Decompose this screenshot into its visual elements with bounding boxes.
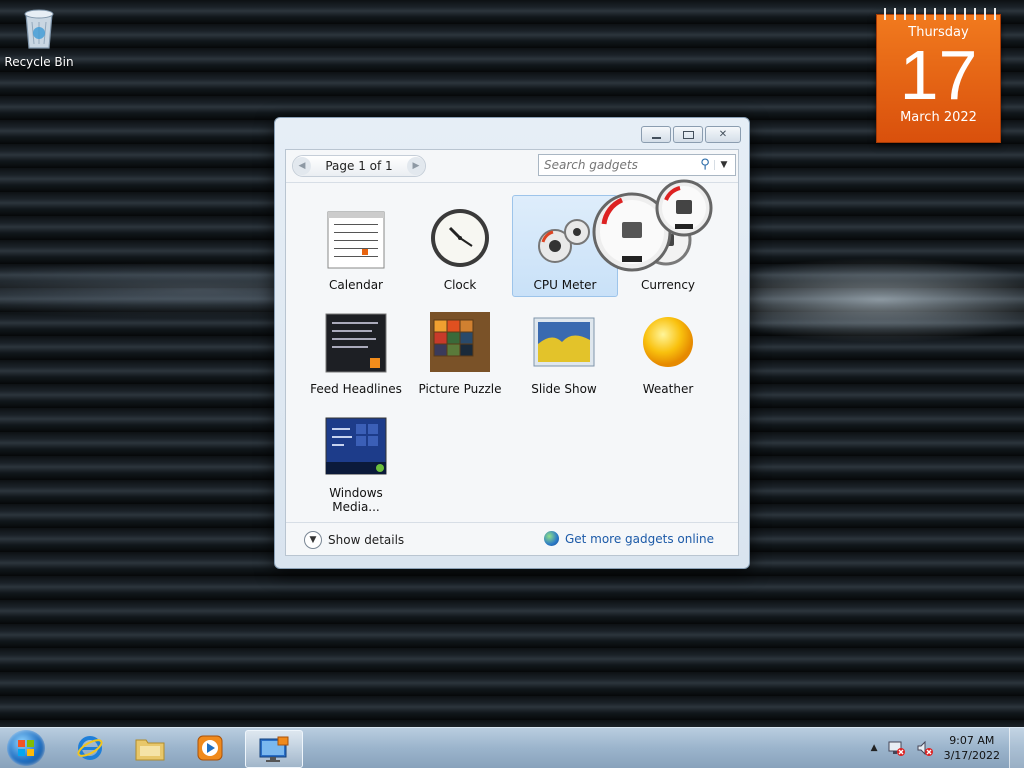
windows-media-center-icon xyxy=(325,417,387,475)
media-player-icon xyxy=(197,735,223,761)
start-button[interactable] xyxy=(7,730,45,766)
calendar-icon xyxy=(327,211,385,269)
minimize-icon xyxy=(651,136,661,139)
gadget-feed-headlines[interactable]: Feed Headlines xyxy=(304,300,408,400)
search-box: ⚲ ▼ xyxy=(538,154,736,176)
gadgets-footer: ▼ Show details Get more gadgets online xyxy=(286,522,738,556)
taskbar-internet-explorer[interactable] xyxy=(62,730,118,766)
chevron-right-icon: ▶ xyxy=(412,161,420,171)
windows-logo-icon xyxy=(18,740,34,756)
gadget-windows-media-center[interactable]: Windows Media... xyxy=(304,404,408,514)
calendar-gadget[interactable]: Thursday 17 March 2022 xyxy=(876,8,1001,143)
clock-date: 3/17/2022 xyxy=(943,749,1000,762)
weather-icon xyxy=(643,317,693,367)
gadget-label: Slide Show xyxy=(531,382,597,396)
show-hidden-icons-button[interactable]: ▲ xyxy=(871,743,878,753)
show-desktop-button[interactable] xyxy=(1009,728,1024,768)
internet-explorer-icon xyxy=(77,736,103,760)
maximize-button[interactable] xyxy=(673,126,703,143)
recycle-bin-icon xyxy=(24,9,54,49)
feed-headlines-icon xyxy=(325,313,387,373)
slide-show-icon xyxy=(533,317,595,367)
network-status-icon[interactable] xyxy=(888,739,906,757)
calendar-day: 17 xyxy=(899,36,978,114)
chevron-down-icon: ▼ xyxy=(720,160,728,170)
gadget-label: Picture Puzzle xyxy=(418,382,502,396)
gadget-slide-show[interactable]: Slide Show xyxy=(512,300,616,400)
calendar-binding-rings xyxy=(880,8,997,20)
gadget-clock[interactable]: Clock xyxy=(408,196,512,296)
gadget-label: Weather xyxy=(642,382,694,396)
minimize-button[interactable] xyxy=(641,126,671,143)
taskbar-desktop-gadgets[interactable] xyxy=(245,730,303,768)
gadget-weather[interactable]: Weather xyxy=(616,300,720,400)
gadget-label: Windows Media... xyxy=(329,486,383,514)
page-navigator: ◀ Page 1 of 1 ▶ xyxy=(292,155,426,177)
taskbar-windows-explorer[interactable] xyxy=(122,730,178,766)
gadget-label: Calendar xyxy=(329,278,383,292)
desktop-gadgets-icon xyxy=(259,736,289,762)
recycle-bin-desktop-icon[interactable]: Recycle Bin xyxy=(4,6,74,69)
calendar-month-year: March 2022 xyxy=(900,110,977,125)
chevron-left-icon: ◀ xyxy=(298,161,306,171)
next-page-button[interactable]: ▶ xyxy=(407,157,425,175)
gadget-picture-puzzle[interactable]: Picture Puzzle xyxy=(408,300,512,400)
previous-page-button[interactable]: ◀ xyxy=(293,157,311,175)
chevron-down-icon: ▼ xyxy=(304,531,322,549)
maximize-icon xyxy=(682,130,694,139)
show-details-label: Show details xyxy=(328,533,405,547)
gadget-label: Clock xyxy=(443,278,477,292)
search-input[interactable] xyxy=(539,157,696,173)
clock-icon xyxy=(431,209,489,267)
recycle-bin-label: Recycle Bin xyxy=(4,55,74,69)
search-icon[interactable]: ⚲ xyxy=(696,156,714,174)
system-tray: ▲ 9:07 AM 3/17/2022 xyxy=(871,728,1024,768)
picture-puzzle-icon xyxy=(430,312,490,372)
close-icon: ✕ xyxy=(718,129,728,140)
windows-explorer-icon xyxy=(135,739,165,761)
taskbar: ▲ 9:07 AM 3/17/2022 xyxy=(0,727,1024,768)
gadget-label: CPU Meter xyxy=(533,278,597,292)
globe-icon xyxy=(543,531,559,546)
gadget-label: Currency xyxy=(640,278,696,292)
volume-muted-icon[interactable] xyxy=(916,739,934,757)
cpu-meter-drag-preview xyxy=(592,179,713,272)
taskbar-clock[interactable]: 9:07 AM 3/17/2022 xyxy=(944,733,1000,763)
page-indicator: Page 1 of 1 xyxy=(325,159,393,173)
show-details-button[interactable]: ▼ Show details xyxy=(304,531,404,549)
window-caption-buttons: ✕ xyxy=(641,126,741,143)
gadget-calendar[interactable]: Calendar xyxy=(304,196,408,296)
get-more-gadgets-link[interactable]: Get more gadgets online xyxy=(543,531,714,546)
get-more-gadgets-label: Get more gadgets online xyxy=(564,531,714,546)
taskbar-media-player[interactable] xyxy=(182,730,238,766)
gadget-label: Feed Headlines xyxy=(310,382,402,396)
close-button[interactable]: ✕ xyxy=(705,126,741,143)
search-dropdown-button[interactable]: ▼ xyxy=(714,160,733,170)
clock-time: 9:07 AM xyxy=(949,734,995,747)
